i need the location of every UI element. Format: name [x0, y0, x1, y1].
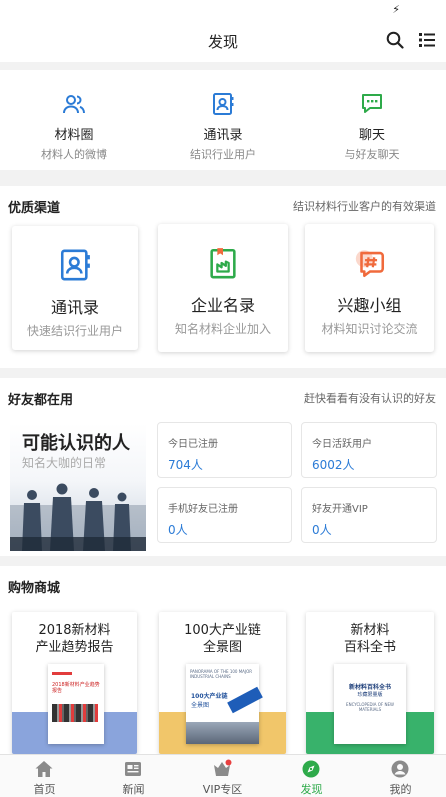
quick-link-contacts[interactable]: 通讯录 结识行业用户 — [149, 70, 297, 170]
channel-subtitle: 知名材料企业加入 — [174, 322, 271, 336]
channel-card-contacts[interactable]: 通讯录 快速结识行业用户 — [12, 226, 138, 350]
quick-links: 材料圈 材料人的微博 通讯录 结识行业用户 聊天 与好友聊天 — [0, 70, 446, 170]
product-title: 2018新材料 产业趋势报告 — [35, 623, 114, 655]
tab-vip[interactable]: VIP专区 — [178, 755, 267, 797]
contacts-book-icon — [213, 93, 234, 115]
tab-label: 新闻 — [122, 783, 145, 796]
quick-link-chat[interactable]: 聊天 与好友聊天 — [298, 70, 446, 170]
home-icon — [35, 761, 53, 777]
promo-title: 可能认识的人 — [22, 433, 130, 454]
channel-title: 兴趣小组 — [337, 296, 402, 315]
contacts-book-icon — [60, 249, 90, 281]
section-header: 好友都在用 赶快看看有没有认识的好友 — [0, 378, 446, 414]
section-subtitle: 结识材料行业客户的有效渠道 — [293, 200, 436, 213]
bottom-tab-bar: 首页 新闻 VIP专区 发现 我的 — [0, 754, 446, 797]
quick-link-subtitle: 与好友聊天 — [344, 148, 400, 161]
channel-card-interest-group[interactable]: 兴趣小组 材料知识讨论交流 — [305, 224, 434, 352]
tab-label: 我的 — [389, 783, 412, 796]
section-title: 优质渠道 — [8, 201, 61, 216]
shop-section: 购物商城 2018新材料 产业趋势报告 2018新材料产业趋势报告 100大产业链… — [0, 566, 446, 754]
quick-link-title: 材料圈 — [54, 128, 94, 143]
quick-link-title: 通讯录 — [203, 128, 243, 143]
product-title: 新材料 百科全书 — [343, 623, 396, 655]
stat-friends-vip[interactable]: 好友开通VIP 0人 — [301, 487, 437, 543]
channel-subtitle: 材料知识讨论交流 — [321, 322, 418, 336]
tab-label: 首页 — [33, 783, 56, 796]
section-header: 优质渠道 结识材料行业客户的有效渠道 — [0, 186, 446, 222]
stat-label: 今日活跃用户 — [312, 439, 372, 450]
product-cover: PANORAMA OF THE 100 MAJOR INDUSTRIAL CHA… — [186, 664, 263, 744]
interest-group-icon — [355, 250, 384, 278]
stat-phone-friends-registered[interactable]: 手机好友已注册 0人 — [157, 487, 292, 543]
charging-icon: ⚡ — [392, 3, 400, 16]
news-icon — [125, 762, 141, 776]
menu-icon[interactable] — [419, 32, 435, 48]
shop-item-industry-chain-map[interactable]: 100大产业链 全景图 PANORAMA OF THE 100 MAJOR IND… — [159, 612, 286, 754]
friends-section: 好友都在用 赶快看看有没有认识的好友 可能认识的人 知名大咖的日常 今日已注册 … — [0, 378, 446, 556]
quick-link-subtitle: 结识行业用户 — [190, 148, 256, 161]
section-title: 购物商城 — [8, 581, 61, 596]
stat-label: 今日已注册 — [168, 439, 218, 450]
status-bar: ⚡ — [0, 0, 446, 20]
channel-card-enterprise[interactable]: 企业名录 知名材料企业加入 — [158, 224, 288, 352]
quick-link-subtitle: 材料人的微博 — [41, 148, 107, 161]
stat-value: 0人 — [312, 523, 332, 537]
tab-discover[interactable]: 发现 — [267, 755, 356, 797]
stat-active-today: 今日活跃用户 6002人 — [301, 422, 437, 478]
channel-title: 企业名录 — [190, 296, 255, 315]
quick-link-title: 聊天 — [358, 128, 385, 143]
search-icon[interactable] — [386, 31, 404, 49]
product-cover: 2018新材料产业趋势报告 — [48, 664, 104, 744]
stat-value: 0人 — [168, 523, 188, 537]
section-subtitle: 赶快看看有没有认识的好友 — [304, 392, 436, 405]
stat-label: 手机好友已注册 — [168, 504, 238, 515]
nav-bar: 发现 — [0, 20, 446, 62]
tab-label: VIP专区 — [202, 783, 243, 796]
product-title: 100大产业链 全景图 — [184, 623, 261, 655]
section-title: 好友都在用 — [8, 393, 74, 408]
profile-icon — [391, 760, 409, 778]
promo-subtitle: 知名大咖的日常 — [22, 456, 107, 470]
discover-icon — [302, 760, 320, 778]
vip-icon — [214, 759, 232, 776]
tab-news[interactable]: 新闻 — [89, 755, 178, 797]
quick-link-material-circle[interactable]: 材料圈 材料人的微博 — [0, 70, 148, 170]
section-header: 购物商城 — [0, 566, 446, 602]
channel-title: 通讯录 — [50, 298, 99, 317]
users-icon — [63, 95, 85, 114]
chat-icon — [362, 94, 382, 113]
stat-label: 好友开通VIP — [312, 504, 368, 515]
channels-section: 优质渠道 结识材料行业客户的有效渠道 通讯录 快速结识行业用户 企业名录 知名材… — [0, 186, 446, 368]
business-people-image — [10, 483, 146, 551]
tab-home[interactable]: 首页 — [0, 755, 89, 797]
stat-value: 704人 — [168, 458, 203, 472]
tab-label: 发现 — [300, 783, 323, 796]
channel-subtitle: 快速结识行业用户 — [26, 324, 123, 338]
tab-profile[interactable]: 我的 — [356, 755, 445, 797]
stat-value: 6002人 — [312, 458, 355, 472]
people-you-may-know-banner[interactable]: 可能认识的人 知名大咖的日常 — [10, 423, 146, 551]
enterprise-book-icon — [210, 248, 236, 279]
shop-item-trend-report[interactable]: 2018新材料 产业趋势报告 2018新材料产业趋势报告 — [12, 612, 137, 754]
stat-registered-today: 今日已注册 704人 — [157, 422, 292, 478]
product-cover: 新材料百科全书 珍藏限量版 ENCYCLOPEDIA OF NEW MATERI… — [334, 664, 406, 744]
page-title: 发现 — [207, 33, 238, 51]
shop-item-encyclopedia[interactable]: 新材料 百科全书 新材料百科全书 珍藏限量版 ENCYCLOPEDIA OF NE… — [306, 612, 434, 754]
